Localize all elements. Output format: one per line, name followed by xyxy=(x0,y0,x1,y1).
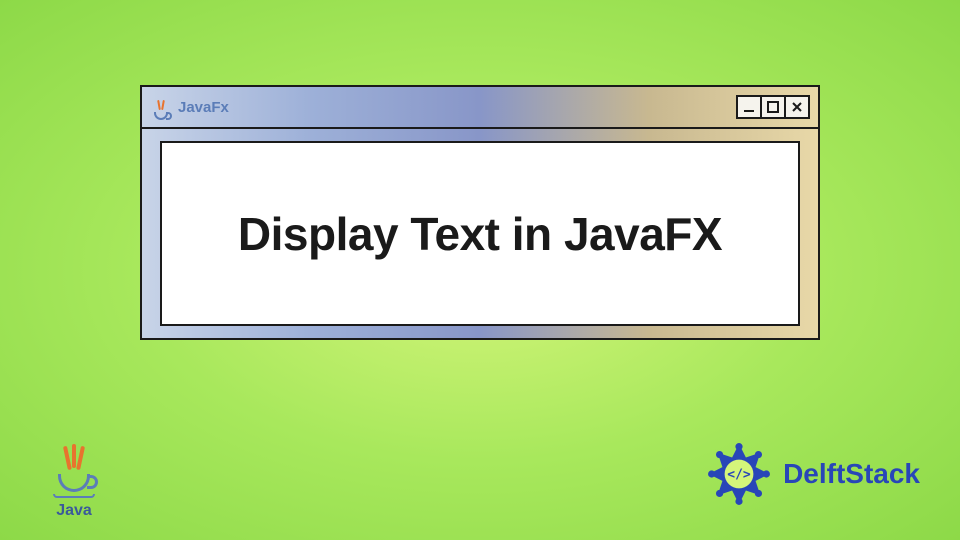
java-label: Java xyxy=(56,502,92,520)
titlebar-left: JavaFx xyxy=(150,94,229,120)
java-logo-icon xyxy=(150,94,172,120)
content-panel: Display Text in JavaFX xyxy=(160,141,800,326)
window-titlebar: JavaFx xyxy=(142,87,818,129)
window-body: Display Text in JavaFX xyxy=(142,129,818,338)
close-icon xyxy=(790,100,804,114)
main-heading: Display Text in JavaFX xyxy=(238,207,722,261)
window-controls xyxy=(738,95,810,119)
javafx-window: JavaFx Display Text in JavaF xyxy=(140,85,820,340)
maximize-button[interactable] xyxy=(760,95,786,119)
delftstack-brand: </> DelftStack xyxy=(703,438,920,510)
minimize-icon xyxy=(742,100,756,114)
window-title: JavaFx xyxy=(178,99,229,116)
maximize-icon xyxy=(766,100,780,114)
java-footer-logo: Java xyxy=(50,438,98,520)
java-cup-icon xyxy=(50,438,98,498)
brand-label: DelftStack xyxy=(783,458,920,490)
delftstack-logo-icon: </> xyxy=(703,438,775,510)
svg-text:</>: </> xyxy=(727,467,751,482)
minimize-button[interactable] xyxy=(736,95,762,119)
close-button[interactable] xyxy=(784,95,810,119)
